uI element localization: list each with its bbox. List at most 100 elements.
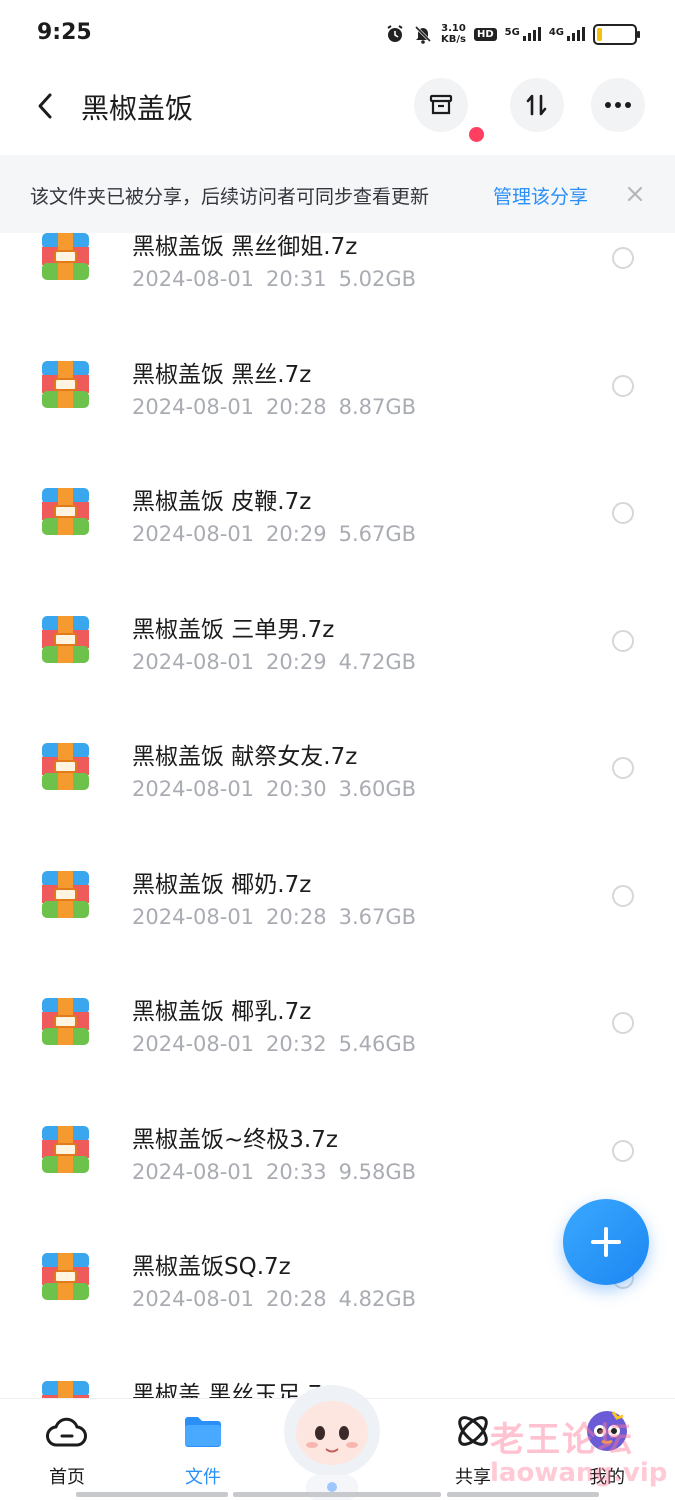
file-time: 20:31 xyxy=(266,267,327,291)
file-meta: 2024-08-01 20:30 3.60GB xyxy=(132,777,416,801)
notification-dot xyxy=(469,127,484,142)
alarm-icon xyxy=(385,24,405,44)
nav-indicator-1 xyxy=(76,1492,228,1497)
file-date: 2024-08-01 xyxy=(132,267,255,291)
file-select-checkbox[interactable] xyxy=(612,884,634,907)
mascot-button[interactable] xyxy=(276,1379,388,1500)
file-date: 2024-08-01 xyxy=(132,1159,255,1184)
file-row[interactable]: 黑椒盖饭 三单男.7z 2024-08-01 20:29 4.72GB xyxy=(0,610,675,737)
archive-file-icon xyxy=(42,870,89,918)
nav-label-files: 文件 xyxy=(185,1467,221,1488)
file-time: 20:32 xyxy=(266,1032,327,1056)
nav-label-share: 共享 xyxy=(455,1467,491,1488)
file-size: 3.67GB xyxy=(338,904,417,929)
file-select-checkbox[interactable] xyxy=(612,1139,634,1162)
file-size: 5.67GB xyxy=(338,522,417,546)
plus-icon xyxy=(591,1227,621,1257)
status-icons: 3.10 KB/s HD 5G 4G xyxy=(385,20,640,48)
file-date: 2024-08-01 xyxy=(132,1032,255,1056)
nav-indicator-2 xyxy=(233,1492,441,1497)
file-row[interactable]: 黑椒盖饭 皮鞭.7z 2024-08-01 20:29 5.67GB xyxy=(0,482,675,609)
file-select-checkbox[interactable] xyxy=(612,374,634,397)
file-size: 5.46GB xyxy=(338,1032,417,1056)
file-time: 20:30 xyxy=(266,777,327,801)
nav-item-home[interactable]: 首页 xyxy=(22,1409,112,1489)
file-select-checkbox[interactable] xyxy=(612,502,634,524)
file-row[interactable]: 黑椒盖饭 黑丝.7z 2024-08-01 20:28 8.87GB xyxy=(0,355,675,482)
astronaut-mascot-icon xyxy=(284,1385,380,1500)
nav-label-home: 首页 xyxy=(49,1467,85,1488)
status-time: 9:25 xyxy=(37,20,92,45)
battery-icon xyxy=(593,23,640,45)
archive-button[interactable] xyxy=(414,78,468,132)
archive-file-icon xyxy=(42,615,89,663)
file-name: 黑椒盖饭 黑丝御姐.7z xyxy=(132,234,358,260)
folder-icon xyxy=(181,1409,225,1453)
file-size: 4.72GB xyxy=(338,649,417,674)
share-banner-text: 该文件夹已被分享，后续访问者可同步查看更新 xyxy=(30,186,430,208)
file-date: 2024-08-01 xyxy=(132,777,255,801)
archive-file-icon xyxy=(42,1253,89,1300)
file-size: 4.82GB xyxy=(338,1287,417,1311)
file-time: 20:29 xyxy=(266,522,327,546)
file-date: 2024-08-01 xyxy=(132,522,255,546)
file-row[interactable]: 黑椒盖饭 椰乳.7z 2024-08-01 20:32 5.46GB xyxy=(0,992,675,1119)
file-date: 2024-08-01 xyxy=(132,1287,255,1311)
manage-share-link[interactable]: 管理该分享 xyxy=(493,182,588,209)
banner-close-button[interactable] xyxy=(622,181,648,207)
archive-file-icon xyxy=(42,1125,89,1173)
more-icon xyxy=(605,102,631,108)
watermark-en: laowang.vip xyxy=(490,1458,668,1488)
file-select-checkbox[interactable] xyxy=(612,629,634,652)
file-row[interactable]: 黑椒盖饭 献祭女友.7z 2024-08-01 20:30 3.60GB xyxy=(0,737,675,864)
signal-sim2: 4G xyxy=(549,27,585,41)
file-meta: 2024-08-01 20:31 5.02GB xyxy=(132,267,416,291)
battery-fill xyxy=(597,27,603,41)
file-time: 20:29 xyxy=(266,649,327,674)
file-name: 黑椒盖饭SQ.7z xyxy=(132,1254,291,1280)
archive-file-icon xyxy=(42,998,89,1045)
app-header: 黑椒盖饭 xyxy=(0,66,675,152)
chevron-left-icon xyxy=(38,93,52,119)
file-size: 9.58GB xyxy=(338,1159,417,1184)
share-banner: 该文件夹已被分享，后续访问者可同步查看更新 管理该分享 xyxy=(0,155,675,233)
cloud-icon xyxy=(45,1409,89,1453)
sort-icon xyxy=(526,94,547,116)
mute-bell-icon xyxy=(413,24,433,44)
file-select-checkbox[interactable] xyxy=(612,757,634,779)
file-meta: 2024-08-01 20:28 4.82GB xyxy=(132,1287,416,1311)
file-date: 2024-08-01 xyxy=(132,904,255,929)
nav-indicator-3 xyxy=(447,1492,599,1497)
watermark-cn: 老王论坛 xyxy=(490,1420,634,1460)
file-date: 2024-08-01 xyxy=(132,649,255,674)
screen: 9:25 3.10 KB/s HD 5G 4G 黑椒盖饭 该文件夹已被分享，后续… xyxy=(0,0,675,1500)
archive-file-icon xyxy=(42,488,89,535)
archive-file-icon xyxy=(42,360,89,408)
back-button[interactable] xyxy=(26,86,66,126)
sim2-label: 4G xyxy=(548,27,564,38)
file-name: 黑椒盖饭 椰乳.7z xyxy=(132,999,312,1025)
file-date: 2024-08-01 xyxy=(132,394,255,419)
net-speed: 3.10 KB/s xyxy=(441,23,466,45)
file-time: 20:33 xyxy=(266,1159,327,1184)
file-select-checkbox[interactable] xyxy=(612,1012,634,1034)
file-meta: 2024-08-01 20:28 8.87GB xyxy=(132,395,416,419)
add-fab-button[interactable] xyxy=(563,1199,649,1285)
file-select-checkbox[interactable] xyxy=(612,247,634,269)
file-name: 黑椒盖饭 皮鞭.7z xyxy=(132,489,312,515)
file-name: 黑椒盖饭 献祭女友.7z xyxy=(132,744,358,770)
file-row[interactable]: 黑椒盖饭 椰奶.7z 2024-08-01 20:28 3.67GB xyxy=(0,865,675,992)
more-button[interactable] xyxy=(591,78,645,132)
archive-icon xyxy=(429,94,453,115)
file-size: 8.87GB xyxy=(338,394,417,419)
sim1-label: 5G xyxy=(504,27,520,38)
file-meta: 2024-08-01 20:29 4.72GB xyxy=(132,650,416,674)
archive-file-icon xyxy=(42,233,89,280)
file-meta: 2024-08-01 20:32 5.46GB xyxy=(132,1032,416,1056)
file-meta: 2024-08-01 20:33 9.58GB xyxy=(132,1160,416,1184)
file-row[interactable]: 黑椒盖饭 黑丝御姐.7z 2024-08-01 20:31 5.02GB xyxy=(0,233,675,354)
nav-item-files[interactable]: 文件 xyxy=(158,1409,248,1489)
file-time: 20:28 xyxy=(266,904,327,929)
sort-button[interactable] xyxy=(510,78,564,132)
file-time: 20:28 xyxy=(266,1287,327,1311)
